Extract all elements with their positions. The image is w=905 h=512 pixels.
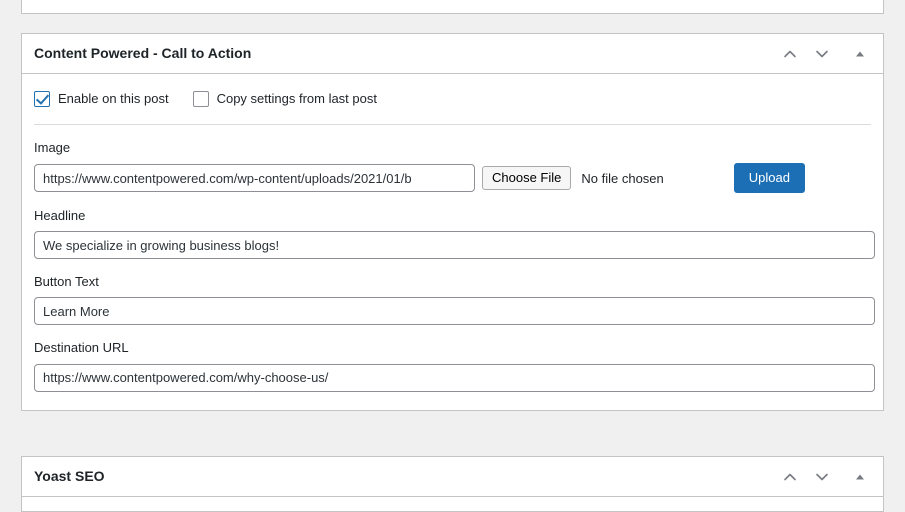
field-group-button-text: Button Text [34, 273, 875, 326]
editor-metabox-area: Content Powered - Call to Action Enable … [0, 0, 905, 512]
label-image: Image [34, 140, 71, 156]
checkbox-copy-settings-from-last-post[interactable]: Copy settings from last post [192, 90, 377, 108]
file-status-text: No file chosen [581, 170, 664, 186]
panel-header-cta[interactable]: Content Powered - Call to Action [22, 34, 883, 74]
checkbox-checked-icon[interactable] [34, 91, 50, 108]
move-up-button-yoast[interactable] [775, 462, 805, 492]
metabox-panel-yoast: Yoast SEO [21, 456, 884, 512]
metabox-panel-above-partial [21, 0, 884, 14]
field-group-headline: Headline [34, 207, 875, 260]
chevron-up-icon [781, 45, 799, 63]
label-headline: Headline [34, 207, 86, 223]
chevron-up-icon [781, 468, 799, 486]
headline-input[interactable] [34, 231, 875, 260]
move-up-button[interactable] [775, 39, 805, 69]
panel-header-yoast[interactable]: Yoast SEO [22, 457, 883, 497]
triangle-up-icon [853, 470, 867, 484]
field-group-destination-url: Destination URL [34, 339, 875, 392]
image-url-input[interactable] [34, 164, 475, 193]
destination-url-input[interactable] [34, 363, 875, 392]
checkbox-label-enable: Enable on this post [58, 91, 169, 106]
settings-checkbox-row: Enable on this post Copy settings from l… [22, 74, 883, 124]
checkbox-enable-on-this-post[interactable]: Enable on this post [34, 90, 169, 108]
panel-header-actions-yoast [775, 462, 875, 492]
move-down-button-yoast[interactable] [807, 462, 837, 492]
cta-fields: Image Choose File No file chosen Upload … [22, 125, 883, 409]
checkbox-unchecked-icon[interactable] [192, 91, 209, 108]
label-button-text: Button Text [34, 274, 99, 290]
collapse-panel-button[interactable] [845, 39, 875, 69]
chevron-down-icon [813, 45, 831, 63]
choose-file-button[interactable]: Choose File [482, 166, 572, 191]
image-input-row: Choose File No file chosen Upload [34, 163, 871, 193]
panel-title-yoast: Yoast SEO [34, 467, 105, 484]
label-destination-url: Destination URL [34, 340, 129, 356]
page-title: Content Powered - Call to Action [34, 44, 252, 61]
field-group-image: Image Choose File No file chosen Upload [34, 139, 871, 193]
checkbox-label-copy-settings: Copy settings from last post [216, 91, 377, 106]
panel-body-yoast [22, 497, 883, 511]
move-down-button[interactable] [807, 39, 837, 69]
panel-header-actions [775, 39, 875, 69]
panel-body-cta: Enable on this post Copy settings from l… [22, 74, 883, 410]
metabox-panel-cta: Content Powered - Call to Action Enable … [21, 33, 884, 411]
triangle-up-icon [853, 47, 867, 61]
button-text-input[interactable] [34, 297, 875, 326]
file-upload-control: Choose File No file chosen [482, 166, 664, 191]
chevron-down-icon [813, 468, 831, 486]
collapse-panel-button-yoast[interactable] [845, 462, 875, 492]
upload-button[interactable]: Upload [733, 163, 805, 193]
